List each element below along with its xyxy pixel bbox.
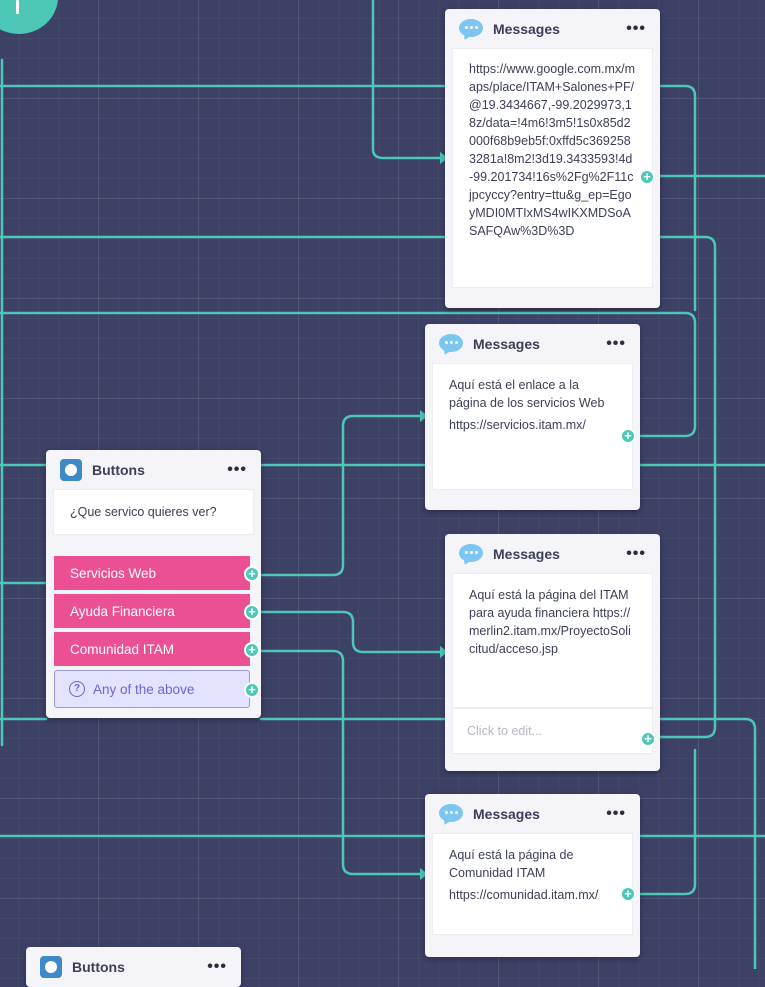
add-connection-plus-icon[interactable]: + [620, 886, 636, 902]
node-menu-button[interactable]: ••• [207, 958, 227, 976]
message-url: https://www.google.com.mx/maps/place/ITA… [469, 62, 636, 238]
add-connection-plus-icon[interactable]: + [244, 566, 260, 582]
messages-node-comunidad-itam[interactable]: Messages ••• Aquí está la página de Comu… [425, 794, 640, 957]
add-connection-plus-icon[interactable]: + [620, 428, 636, 444]
message-url: https://servicios.itam.mx/ [449, 418, 586, 432]
question-circle-icon: ? [69, 681, 85, 697]
start-node-bar [16, 0, 19, 14]
message-text[interactable]: https://www.google.com.mx/maps/place/ITA… [453, 49, 652, 287]
node-title: Messages [473, 806, 540, 822]
option-label: Any of the above [93, 681, 195, 697]
message-text[interactable]: Aquí está la página del ITAM para ayuda … [453, 574, 652, 707]
buttons-node[interactable]: Buttons ••• ¿Que servico quieres ver? Se… [46, 450, 261, 718]
add-connection-plus-icon[interactable]: + [639, 169, 655, 185]
add-connection-plus-icon[interactable]: + [244, 642, 260, 658]
node-title: Messages [493, 21, 560, 37]
chat-bubble-icon [459, 544, 483, 564]
option-label: Comunidad ITAM [70, 641, 175, 657]
node-menu-button[interactable]: ••• [606, 335, 626, 353]
message-body: Aquí está el enlace a la página de los s… [449, 378, 605, 410]
node-header[interactable]: Messages ••• [445, 9, 660, 49]
chat-bubble-icon [439, 334, 463, 354]
click-to-edit-field[interactable]: Click to edit... [453, 709, 652, 753]
message-body: Aquí está la página de Comunidad ITAM [449, 848, 574, 880]
node-menu-button[interactable]: ••• [626, 545, 646, 563]
question-text: ¿Que servico quieres ver? [70, 505, 217, 519]
node-menu-button[interactable]: ••• [626, 20, 646, 38]
option-label: Ayuda Financiera [70, 603, 175, 619]
node-menu-button[interactable]: ••• [606, 805, 626, 823]
chat-bubble-icon [459, 19, 483, 39]
node-header[interactable]: Buttons ••• [26, 947, 241, 987]
option-servicios-web[interactable]: Servicios Web [54, 556, 250, 590]
buttons-node-partial[interactable]: Buttons ••• [26, 947, 241, 987]
node-menu-button[interactable]: ••• [227, 461, 247, 479]
add-connection-plus-icon[interactable]: + [244, 682, 260, 698]
node-title: Messages [473, 336, 540, 352]
message-url: https://comunidad.itam.mx/ [449, 888, 599, 902]
option-any-of-the-above[interactable]: ? Any of the above [54, 670, 250, 708]
node-header[interactable]: Messages ••• [425, 324, 640, 364]
message-body: Aquí está la página del ITAM para ayuda … [469, 588, 631, 656]
message-text[interactable]: Aquí está la página de Comunidad ITAM ht… [433, 834, 632, 934]
node-title: Buttons [72, 959, 125, 975]
messages-node-servicios-web[interactable]: Messages ••• Aquí está el enlace a la pá… [425, 324, 640, 510]
node-header[interactable]: Messages ••• [445, 534, 660, 574]
chat-bubble-icon [439, 804, 463, 824]
option-ayuda-financiera[interactable]: Ayuda Financiera [54, 594, 250, 628]
message-text[interactable]: Aquí está el enlace a la página de los s… [433, 364, 632, 489]
buttons-block-icon [60, 459, 82, 481]
messages-node-google-maps[interactable]: Messages ••• https://www.google.com.mx/m… [445, 9, 660, 308]
option-label: Servicios Web [70, 565, 157, 581]
option-comunidad-itam[interactable]: Comunidad ITAM [54, 632, 250, 666]
buttons-block-icon [40, 956, 62, 978]
add-connection-plus-icon[interactable]: + [244, 604, 260, 620]
placeholder-text: Click to edit... [467, 724, 543, 738]
node-header[interactable]: Messages ••• [425, 794, 640, 834]
button-question[interactable]: ¿Que servico quieres ver? [54, 490, 253, 534]
messages-node-ayuda-financiera[interactable]: Messages ••• Aquí está la página del ITA… [445, 534, 660, 771]
add-connection-plus-icon[interactable]: + [640, 731, 656, 747]
node-header[interactable]: Buttons ••• [46, 450, 261, 490]
node-title: Messages [493, 546, 560, 562]
node-title: Buttons [92, 462, 145, 478]
